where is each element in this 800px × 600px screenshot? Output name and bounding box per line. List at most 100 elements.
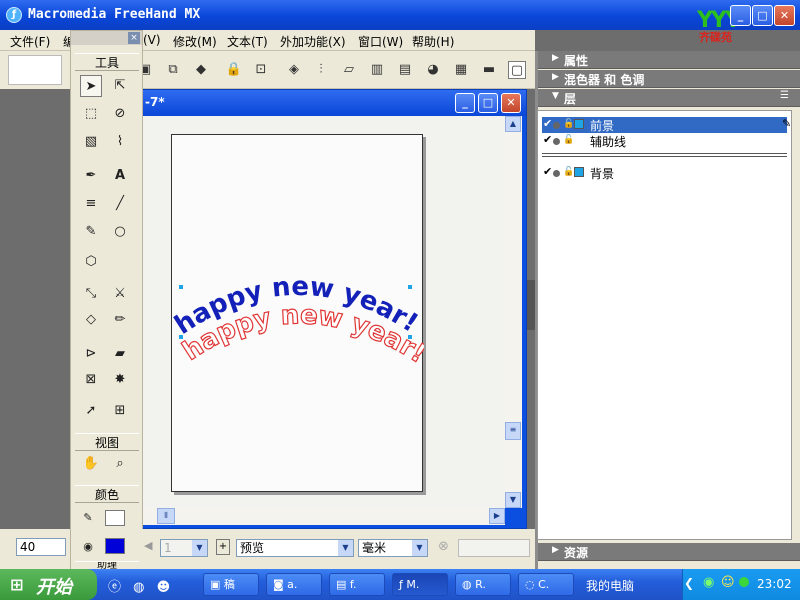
task-button[interactable]: ▣ 稿: [203, 573, 259, 596]
hand-tool-icon[interactable]: ✋: [80, 453, 102, 475]
doc-close-button[interactable]: ✕: [501, 93, 521, 113]
pointer-tool-icon[interactable]: ➤: [80, 75, 102, 97]
qq-icon[interactable]: ☻: [157, 580, 171, 595]
layer-row-background[interactable]: ✔ 🔓 背景: [542, 165, 787, 181]
network-icon[interactable]: ◉: [703, 575, 714, 590]
color-palette-icon[interactable]: ◕: [424, 61, 442, 79]
horizontal-scrollbar[interactable]: ⦀ ▶: [143, 508, 505, 525]
layer-row-foreground[interactable]: ✔ 🔓 前景: [542, 117, 787, 133]
lock-icon[interactable]: 🔓: [563, 167, 574, 177]
visibility-check-icon[interactable]: ✔: [543, 133, 552, 146]
zoom-input[interactable]: 40: [16, 538, 66, 556]
book-icon[interactable]: ▥: [368, 61, 386, 79]
panel-options-icon[interactable]: ☰: [780, 90, 789, 101]
h-scroll-thumb[interactable]: ⦀: [157, 508, 175, 524]
object-icon[interactable]: ▤: [396, 61, 414, 79]
selection-handle[interactable]: [408, 285, 412, 289]
layer-row-guides[interactable]: ✔ 🔓 辅助线: [542, 133, 787, 149]
paint-bucket-icon[interactable]: ◆: [192, 61, 210, 79]
line-tool-icon[interactable]: ╱: [109, 193, 131, 215]
ellipse-tool-icon[interactable]: ○: [109, 221, 131, 243]
document-page[interactable]: happy new year! happy new year!: [170, 134, 432, 493]
task-button[interactable]: ◌ C.: [518, 573, 574, 596]
perspective-tool-icon[interactable]: ⊳: [80, 343, 102, 365]
task-button-active[interactable]: ƒ M.: [392, 573, 448, 596]
align-icon[interactable]: ⫶: [312, 61, 330, 79]
text-tool-icon[interactable]: A: [109, 165, 131, 187]
graphic-hose-tool-icon[interactable]: ✸: [109, 369, 131, 391]
cancel-icon[interactable]: ⊗: [438, 539, 449, 554]
status-icon[interactable]: [739, 577, 749, 587]
mixer-panel-header[interactable]: ▶ 混色器 和 色调: [538, 70, 800, 88]
units-dropdown-icon[interactable]: ▼: [412, 540, 427, 556]
layer-color-swatch[interactable]: [574, 119, 584, 129]
task-button[interactable]: ▤ f.: [329, 573, 385, 596]
unlock-icon[interactable]: ⊡: [252, 61, 270, 79]
page-number-field[interactable]: 1 ▼: [160, 539, 208, 557]
prev-page-icon[interactable]: ◀: [144, 539, 152, 552]
properties-panel-header[interactable]: ▶ 属性: [538, 51, 800, 69]
scroll-down-icon[interactable]: ▼: [505, 492, 521, 508]
ie-icon[interactable]: ⓔ: [108, 580, 121, 595]
layer-dot-icon[interactable]: [553, 170, 560, 177]
units-select[interactable]: 毫米 ▼: [358, 539, 428, 557]
menu-view[interactable]: (V): [143, 33, 161, 47]
doc-minimize-button[interactable]: _: [455, 93, 475, 113]
visibility-check-icon[interactable]: ✔: [543, 165, 552, 178]
scroll-up-icon[interactable]: ▲: [505, 116, 521, 132]
menu-text[interactable]: 文本(T): [227, 33, 268, 50]
assets-panel-header[interactable]: ▶ 资源: [538, 543, 800, 561]
messenger-icon[interactable]: ☺: [721, 575, 735, 590]
stroke-color-swatch[interactable]: [105, 510, 125, 526]
subselect-tool-icon[interactable]: ⇱: [109, 75, 131, 97]
chart-tool-icon[interactable]: ⊞: [109, 400, 131, 422]
line-list-tool-icon[interactable]: ≡: [80, 193, 102, 215]
app-quick-icon[interactable]: ◍: [133, 580, 144, 595]
tools-close-icon[interactable]: ×: [128, 32, 140, 44]
blend-icon[interactable]: ◈: [285, 61, 303, 79]
connector-tool-icon[interactable]: ➚: [80, 400, 102, 422]
layer-dot-icon[interactable]: [553, 122, 560, 129]
artwork-svg[interactable]: happy new year! happy new year!: [170, 135, 432, 493]
zoom-tool-icon[interactable]: ⌕: [109, 453, 131, 475]
document-icon[interactable]: ▢: [508, 61, 526, 79]
polygon-tool-icon[interactable]: ⬡: [80, 251, 102, 273]
doc-maximize-button[interactable]: □: [478, 93, 498, 113]
lock-icon[interactable]: 🔓: [563, 119, 574, 129]
selection-handle[interactable]: [179, 335, 183, 339]
view-mode-dropdown-icon[interactable]: ▼: [338, 540, 353, 556]
vertical-scrollbar[interactable]: ▲ ≡ ▼: [505, 116, 522, 508]
transform-icon[interactable]: ▱: [340, 61, 358, 79]
start-button[interactable]: ⊞ 开始: [0, 569, 97, 600]
lock-icon[interactable]: 🔒: [225, 61, 243, 79]
grid-icon[interactable]: ▦: [452, 61, 470, 79]
close-button[interactable]: ✕: [774, 5, 795, 26]
eyedropper-tool-icon[interactable]: ⌇: [109, 131, 131, 153]
lasso-tool-icon[interactable]: ⊘: [109, 103, 131, 125]
layer-dot-icon[interactable]: [553, 138, 560, 145]
tray-expand-icon[interactable]: ❮: [684, 576, 694, 590]
menu-file[interactable]: 文件(F): [10, 33, 50, 50]
scale-tool-icon[interactable]: ⤡: [80, 283, 102, 305]
selection-handle[interactable]: [179, 285, 183, 289]
menu-help[interactable]: 帮助(H): [412, 33, 454, 50]
lock-icon[interactable]: 🔓: [563, 135, 574, 145]
page-dropdown-icon[interactable]: ▼: [192, 540, 207, 556]
my-computer-label[interactable]: 我的电脑: [586, 577, 634, 594]
add-page-icon[interactable]: +: [216, 539, 230, 555]
app-icon[interactable]: ƒ: [6, 7, 22, 23]
fisheye-tool-icon[interactable]: ⊠: [80, 369, 102, 391]
selection-handle[interactable]: [408, 335, 412, 339]
visibility-check-icon[interactable]: ✔: [543, 117, 552, 130]
page-tool-icon[interactable]: ⬚: [80, 103, 102, 125]
layer-color-swatch[interactable]: [574, 167, 584, 177]
fill-color-swatch[interactable]: [105, 538, 125, 554]
view-mode-select[interactable]: 预览 ▼: [236, 539, 354, 557]
crop-tool-icon[interactable]: ▧: [80, 131, 102, 153]
layers-icon[interactable]: ▬: [480, 61, 498, 79]
panel-splitter[interactable]: [527, 280, 535, 330]
task-button[interactable]: ◙ a.: [266, 573, 322, 596]
task-button[interactable]: ◍ R.: [455, 573, 511, 596]
skew-tool-icon[interactable]: ▰: [109, 343, 131, 365]
scroll-thumb[interactable]: ≡: [505, 422, 521, 440]
